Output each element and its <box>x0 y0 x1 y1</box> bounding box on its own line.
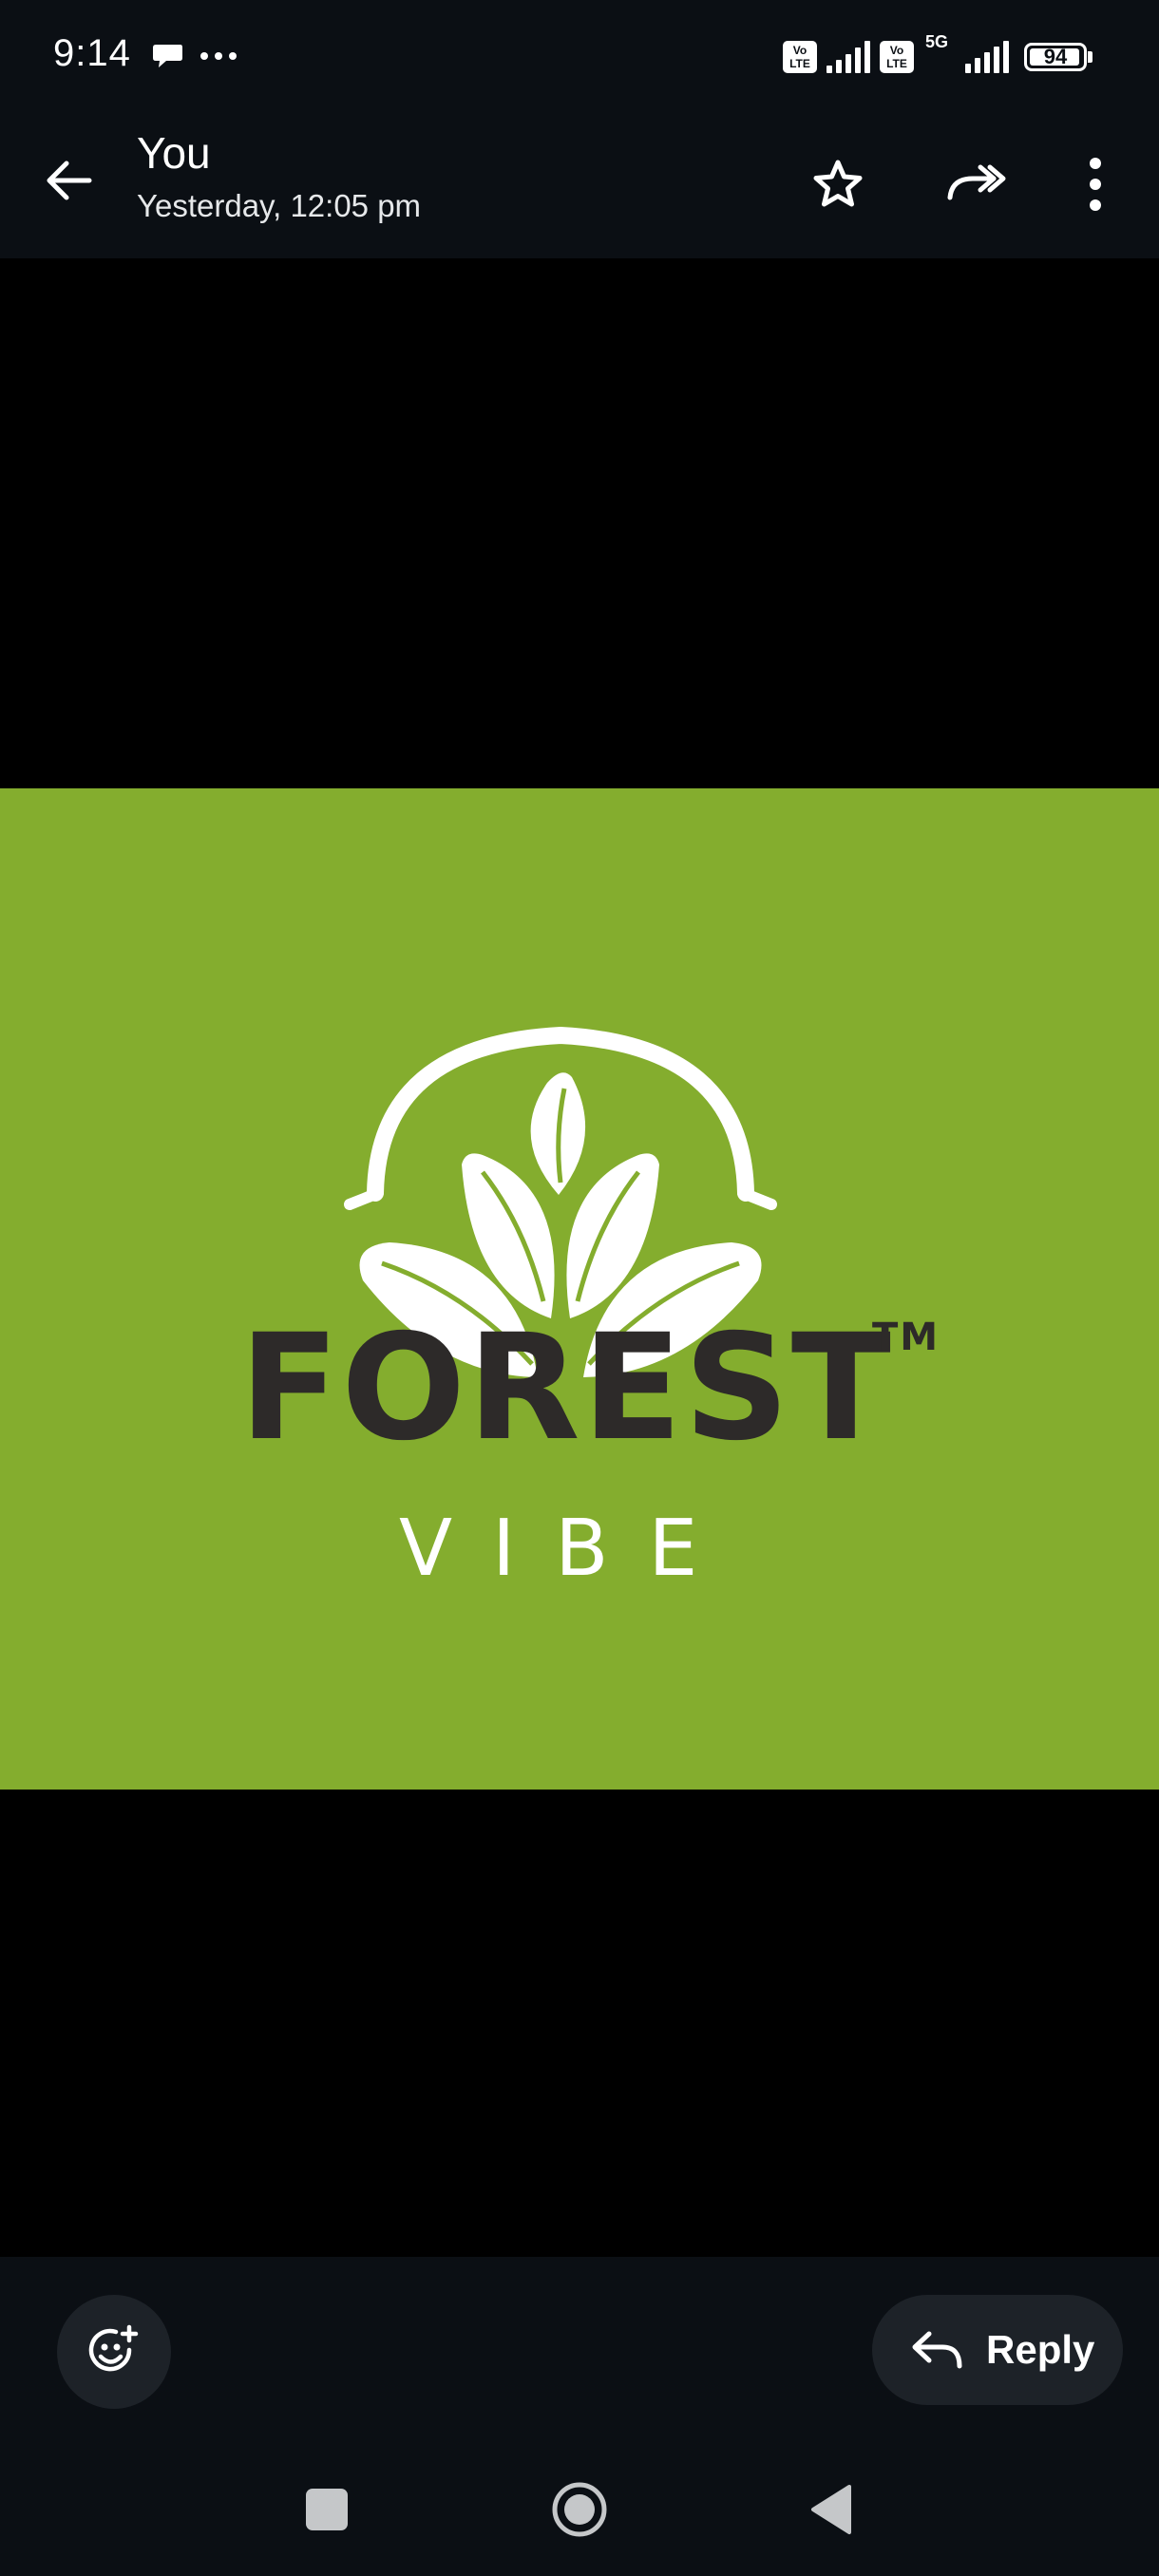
battery-tip <box>1088 51 1092 63</box>
volte-icon: Vo LTE <box>880 41 914 73</box>
back-arrow-icon <box>47 161 92 200</box>
signal-icon <box>965 41 1009 73</box>
more-notifications-icon <box>200 52 237 60</box>
add-reaction-button[interactable] <box>57 2295 171 2409</box>
logo-trademark: TM <box>872 1316 940 1359</box>
status-bar: 9:14 Vo LTE Vo LTE 5G 94 <box>0 0 1159 114</box>
home-button[interactable] <box>551 2481 608 2538</box>
more-vert-icon <box>1090 158 1101 211</box>
forward-button[interactable] <box>939 148 1013 217</box>
network-type-label: 5G <box>925 32 949 51</box>
chat-notification-icon <box>153 45 182 67</box>
reply-button[interactable]: Reply <box>872 2295 1123 2405</box>
status-time: 9:14 <box>53 32 131 74</box>
signal-icon <box>826 41 870 73</box>
volte-icon: Vo LTE <box>783 41 817 73</box>
image-viewer-screen: 9:14 Vo LTE Vo LTE 5G 94 You Yesterday, … <box>0 0 1159 2576</box>
app-bar: You Yesterday, 12:05 pm <box>0 114 1159 258</box>
battery-level: 94 <box>1043 45 1068 68</box>
media-viewer[interactable]: FOREST TM VIBE <box>0 258 1159 2257</box>
star-button[interactable] <box>804 150 872 218</box>
status-indicators: Vo LTE Vo LTE 5G 94 <box>783 32 1092 78</box>
back-triangle-icon[interactable] <box>808 2483 853 2536</box>
battery-icon: 94 <box>1024 43 1087 71</box>
message-timestamp: Yesterday, 12:05 pm <box>137 188 422 223</box>
home-icon <box>552 2482 607 2537</box>
sender-name: You <box>137 128 211 178</box>
back-button[interactable] <box>34 146 103 215</box>
forest-vibe-logo-image[interactable]: FOREST TM VIBE <box>0 788 1159 1790</box>
star-icon <box>813 160 863 207</box>
more-options-button[interactable] <box>1064 148 1127 220</box>
5g-icon: 5G <box>923 32 956 76</box>
forward-icon <box>947 164 1006 200</box>
add-reaction-icon <box>88 2324 139 2372</box>
recents-button[interactable] <box>306 2489 348 2530</box>
reply-icon <box>912 2331 962 2369</box>
reply-label: Reply <box>986 2327 1095 2372</box>
logo-wordmark: FOREST <box>239 1303 893 1473</box>
logo-subtitle: VIBE <box>399 1504 738 1594</box>
